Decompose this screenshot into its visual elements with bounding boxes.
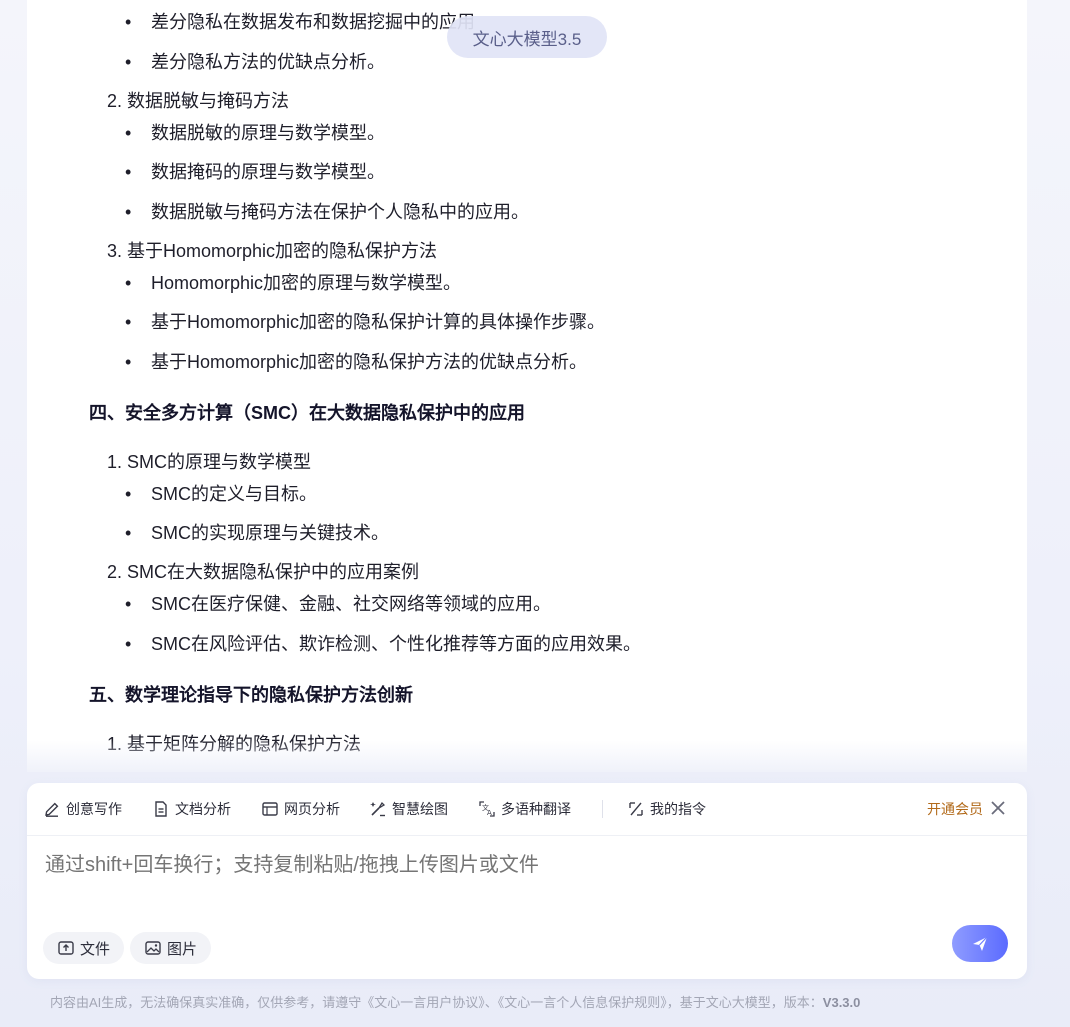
translate-icon: 文A bbox=[479, 801, 495, 817]
list-item: • SMC在医疗保健、金融、社交网络等领域的应用。 bbox=[125, 594, 551, 614]
browser-icon bbox=[262, 802, 278, 816]
list-item: • Homomorphic加密的原理与数学模型。 bbox=[125, 273, 462, 293]
list-item: • 差分隐私方法的优缺点分析。 bbox=[125, 52, 385, 72]
list-item: • SMC在风险评估、欺诈检测、个性化推荐等方面的应用效果。 bbox=[125, 634, 641, 654]
list-item: • SMC的定义与目标。 bbox=[125, 484, 317, 504]
input-panel: 创意写作 文档分析 网页分析 智慧绘图 文A 多语种翻译 我的指令 开通会员 文… bbox=[27, 783, 1027, 979]
disclaimer-footer: 内容由AI生成，无法确保真实准确，仅供参考，请遵守《文心一言用户协议》、《文心一… bbox=[50, 995, 861, 1010]
doc-analysis-button[interactable]: 文档分析 bbox=[152, 799, 231, 819]
smart-drawing-button[interactable]: 智慧绘图 bbox=[369, 799, 448, 819]
send-button[interactable] bbox=[952, 925, 1008, 962]
command-icon bbox=[629, 802, 643, 816]
list-item: • 数据脱敏与掩码方法在保护个人隐私中的应用。 bbox=[125, 202, 529, 222]
upload-icon bbox=[58, 941, 74, 955]
section-heading: 四、安全多方计算（SMC）在大数据隐私保护中的应用 bbox=[89, 403, 525, 423]
document-icon bbox=[155, 801, 167, 817]
list-item: • 差分隐私在数据发布和数据挖掘中的应用 bbox=[125, 12, 475, 32]
section-heading: 五、数学理论指导下的隐私保护方法创新 bbox=[89, 685, 413, 705]
list-item: • 数据脱敏的原理与数学模型。 bbox=[125, 123, 385, 143]
creative-writing-button[interactable]: 创意写作 bbox=[43, 799, 122, 819]
numbered-item: 3. 基于Homomorphic加密的隐私保护方法 bbox=[107, 241, 438, 261]
translation-button[interactable]: 文A 多语种翻译 bbox=[478, 799, 571, 819]
close-icon[interactable] bbox=[989, 797, 1007, 819]
paint-brush-icon bbox=[370, 801, 386, 817]
message-input[interactable] bbox=[43, 849, 1007, 881]
pen-icon bbox=[45, 802, 59, 817]
chat-response-area: • 差分隐私在数据发布和数据挖掘中的应用 • 差分隐私方法的优缺点分析。 2. 数据… bbox=[27, 0, 1027, 770]
toolbar: 创意写作 文档分析 网页分析 智慧绘图 文A 多语种翻译 我的指令 开通会员 bbox=[27, 783, 1027, 836]
vip-membership-link[interactable]: 开通会员 bbox=[927, 799, 983, 819]
list-item: • 基于Homomorphic加密的隐私保护计算的具体操作步骤。 bbox=[125, 312, 606, 332]
svg-text:A: A bbox=[487, 809, 492, 817]
model-badge[interactable]: 文心大模型3.5 bbox=[447, 16, 607, 58]
numbered-item: 2. 数据脱敏与掩码方法 bbox=[107, 91, 290, 111]
send-icon bbox=[973, 936, 988, 951]
image-icon bbox=[145, 941, 161, 955]
upload-image-button[interactable]: 图片 bbox=[130, 932, 212, 964]
my-commands-button[interactable]: 我的指令 bbox=[627, 799, 706, 819]
upload-file-button[interactable]: 文件 bbox=[43, 932, 125, 964]
toolbar-divider bbox=[602, 800, 603, 818]
list-item: • SMC的实现原理与关键技术。 bbox=[125, 523, 389, 543]
list-item: • 数据掩码的原理与数学模型。 bbox=[125, 162, 385, 182]
list-item: • 基于Homomorphic加密的隐私保护方法的优缺点分析。 bbox=[125, 352, 588, 372]
numbered-item: 1. SMC的原理与数学模型 bbox=[107, 452, 312, 472]
numbered-item: 2. SMC在大数据隐私保护中的应用案例 bbox=[107, 562, 420, 582]
content-fade bbox=[27, 740, 1027, 772]
web-analysis-button[interactable]: 网页分析 bbox=[261, 799, 340, 819]
